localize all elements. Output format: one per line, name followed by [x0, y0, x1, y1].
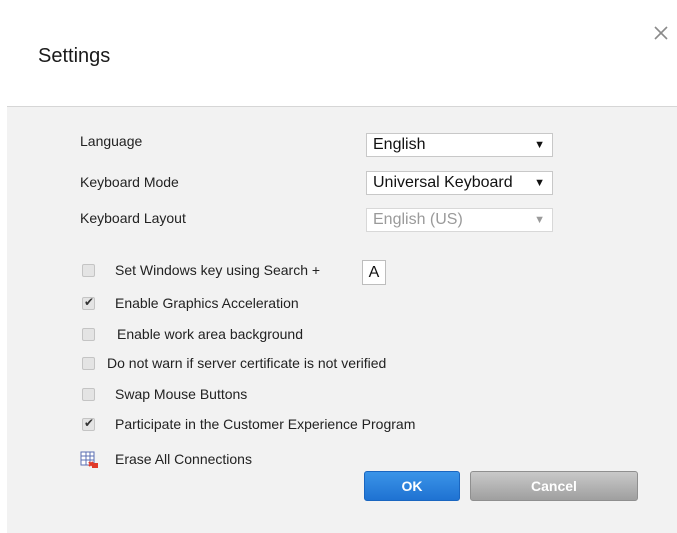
search-key-input[interactable]: A: [362, 260, 386, 285]
language-label: Language: [80, 133, 143, 149]
checkbox[interactable]: ✔: [82, 295, 95, 310]
dropdown-arrow-icon: ▼: [534, 139, 545, 151]
option-label: Swap Mouse Buttons: [115, 386, 248, 402]
keyboard-layout-label: Keyboard Layout: [80, 210, 186, 226]
option-label: Enable work area background: [117, 326, 304, 342]
dropdown-arrow-icon: ▼: [534, 177, 545, 189]
keyboard-mode-select[interactable]: Universal Keyboard ▼: [366, 171, 553, 195]
checkmark-icon: ✔: [84, 295, 95, 309]
erase-table-icon: [80, 451, 98, 468]
option-label: Set Windows key using Search +: [115, 262, 321, 278]
close-icon[interactable]: [651, 23, 671, 43]
dialog-body: Language English ▼ Keyboard Mode Univers…: [7, 107, 677, 533]
checkbox[interactable]: [82, 264, 95, 277]
checkbox[interactable]: [82, 328, 95, 341]
dialog-header: Settings: [7, 0, 677, 107]
dropdown-arrow-icon: ▼: [534, 214, 545, 226]
checkbox[interactable]: [82, 388, 95, 401]
settings-dialog: Settings Language English ▼ Keyboard Mod…: [0, 0, 677, 533]
language-select[interactable]: English ▼: [366, 133, 553, 157]
ok-button[interactable]: OK: [364, 471, 460, 501]
erase-label: Erase All Connections: [115, 451, 252, 467]
checkmark-icon: ✔: [84, 416, 95, 430]
dialog-title: Settings: [38, 45, 111, 67]
option-label: Enable Graphics Acceleration: [115, 295, 299, 311]
keyboard-layout-select[interactable]: English (US) ▼: [366, 208, 553, 232]
keyboard-mode-value: Universal Keyboard: [373, 174, 513, 191]
language-value: English: [373, 136, 426, 153]
checkbox[interactable]: [82, 357, 95, 370]
checkbox[interactable]: ✔: [82, 416, 95, 431]
keyboard-layout-value: English (US): [373, 211, 463, 228]
option-label: Participate in the Customer Experience P…: [115, 416, 416, 432]
cancel-button[interactable]: Cancel: [470, 471, 638, 501]
option-label: Do not warn if server certificate is not…: [107, 355, 387, 371]
keyboard-mode-label: Keyboard Mode: [80, 174, 179, 190]
